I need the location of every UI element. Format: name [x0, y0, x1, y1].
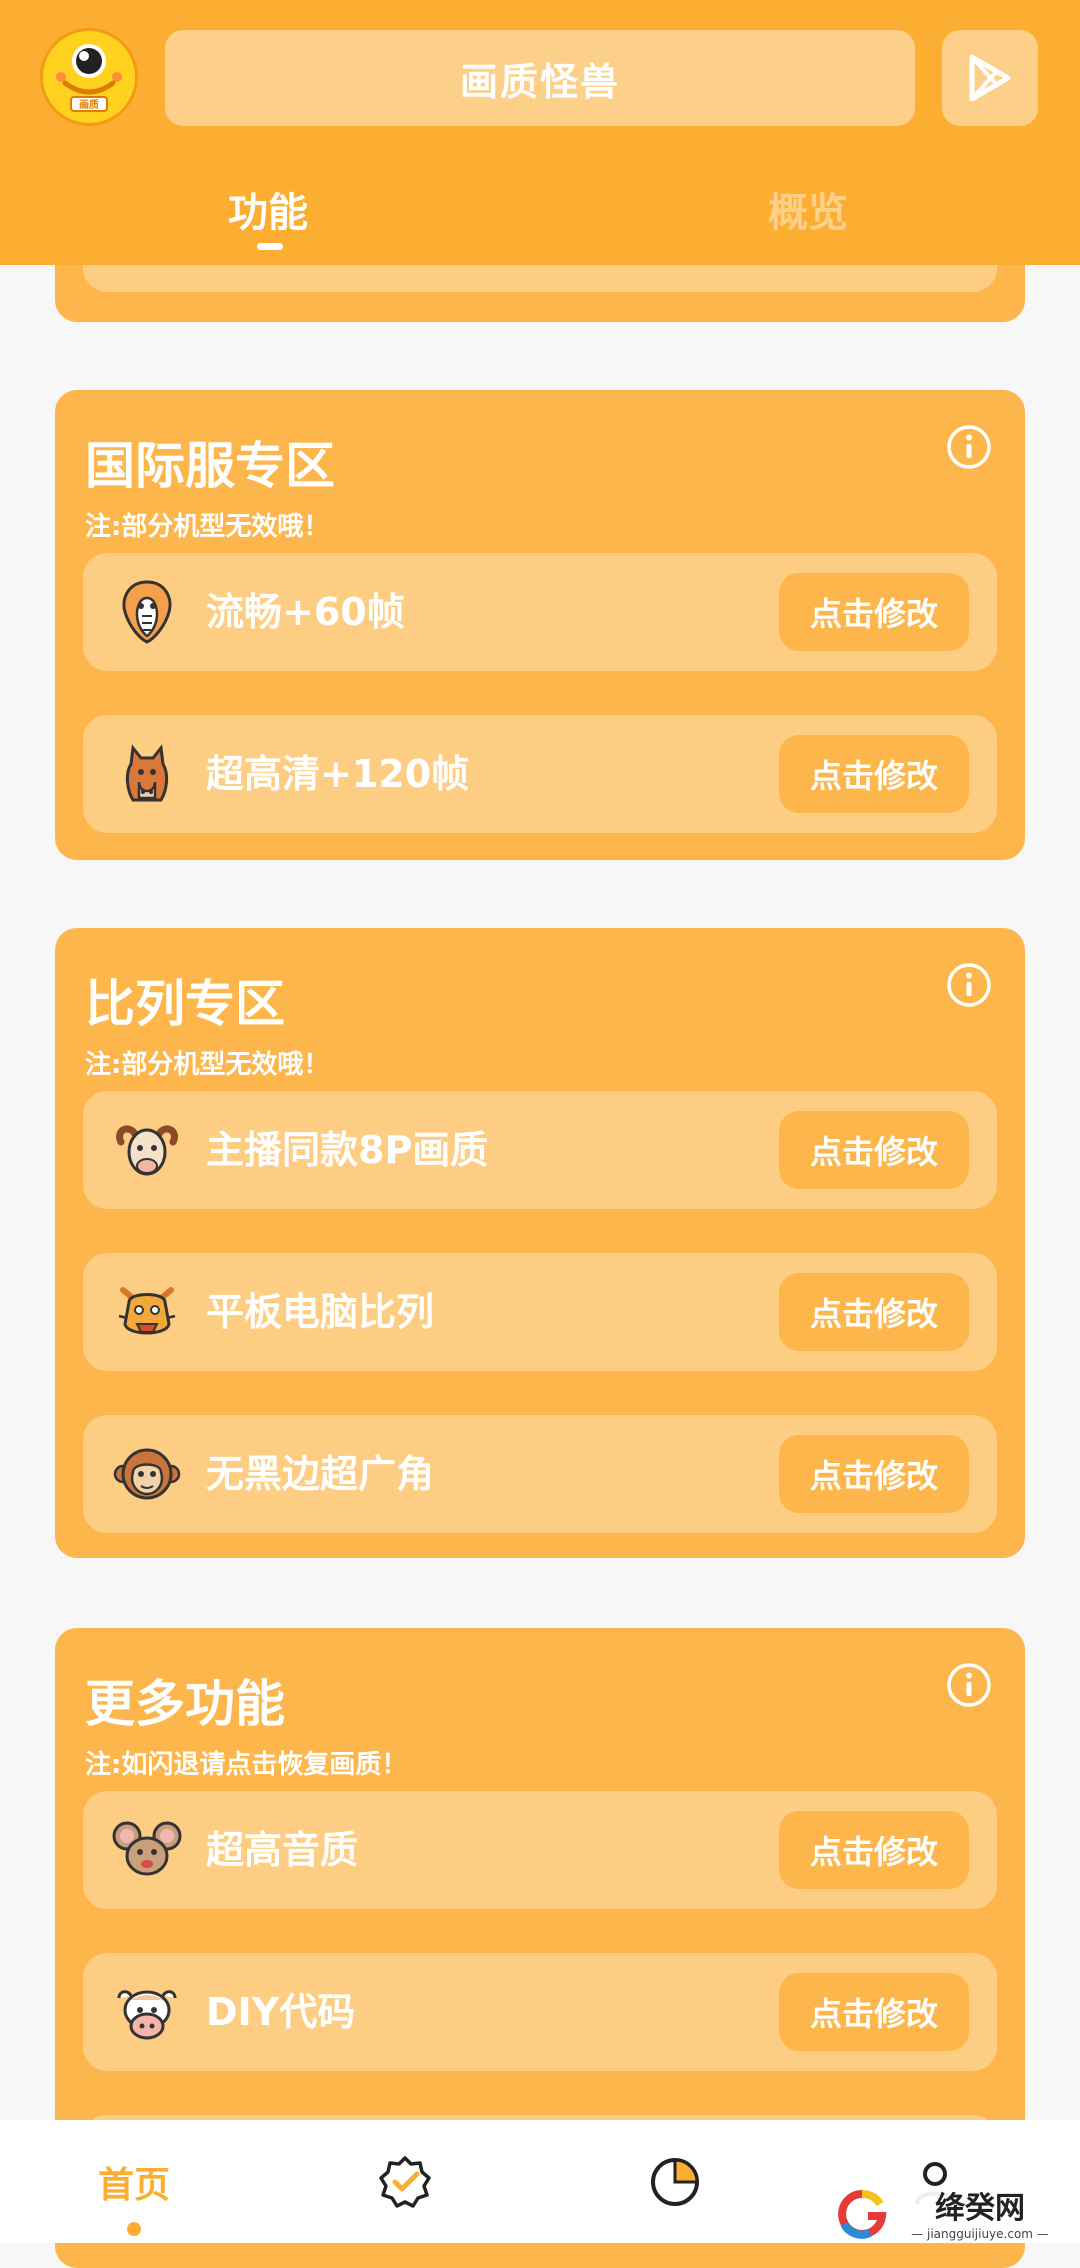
list-item: 超高清+120帧 点击修改 — [83, 715, 997, 833]
tab-features[interactable]: 功能 — [228, 180, 308, 238]
monster-logo-icon: 画质 — [43, 31, 135, 123]
play-button[interactable] — [942, 30, 1038, 126]
avatar-badge: 画质 — [79, 98, 99, 111]
row-label: 流畅+60帧 — [206, 590, 405, 634]
row-label: 主播同款8P画质 — [206, 1128, 489, 1172]
app-title: 画质怪兽 — [459, 59, 620, 104]
tab-overview[interactable]: 概览 — [768, 180, 848, 238]
nav-home[interactable]: 首页 — [84, 2120, 184, 2243]
section-title: 国际服专区 — [85, 437, 335, 495]
watermark-url: — jiangguijiuye.com — — [911, 2227, 1049, 2241]
ox-icon — [117, 1990, 177, 2040]
watermark-name: 绛癸网 — [935, 2191, 1025, 2226]
list-item: 无黑边超广角 点击修改 — [83, 1415, 997, 1533]
list-item: 流畅+60帧 点击修改 — [83, 553, 997, 671]
nav-home-label: 首页 — [97, 2165, 170, 2206]
app-header: 画质 画质怪兽 功能 概览 — [0, 0, 1080, 265]
monkey-icon — [113, 1448, 181, 1500]
play-store-icon — [969, 54, 1011, 102]
pie-chart-icon — [651, 2157, 699, 2206]
row-label: DIY代码 — [206, 1990, 356, 2034]
modify-button[interactable]: 点击修改 — [779, 1273, 969, 1351]
avatar[interactable]: 画质 — [40, 28, 138, 126]
section-title: 比列专区 — [85, 975, 285, 1033]
dragon-icon — [118, 1287, 176, 1335]
section-international: 国际服专区 注:部分机型无效哦！ 流畅+60帧 点击修改 超高清+120帧 点击… — [55, 390, 1025, 860]
watermark: 绛癸网 — jiangguijiuye.com — — [832, 2188, 1072, 2243]
row-label: 平板电脑比列 — [206, 1290, 435, 1334]
modify-button[interactable]: 点击修改 — [779, 735, 969, 813]
modify-button[interactable]: 点击修改 — [779, 1111, 969, 1189]
row-label: 超高音质 — [206, 1828, 359, 1872]
modify-button[interactable]: 点击修改 — [779, 1435, 969, 1513]
horse-icon — [125, 744, 169, 802]
ram-icon — [116, 1125, 178, 1176]
section-aspect-ratio: 比列专区 注:部分机型无效哦！ 主播同款8P画质 点击修改 平板电脑比列 点击修… — [55, 928, 1025, 1558]
modify-button[interactable]: 点击修改 — [779, 1973, 969, 2051]
list-item: 主播同款8P画质 点击修改 — [83, 1091, 997, 1209]
section-title: 更多功能 — [85, 1675, 285, 1733]
modify-button[interactable]: 点击修改 — [779, 573, 969, 651]
section-note: 注:部分机型无效哦！ — [85, 512, 330, 542]
list-item: DIY代码 点击修改 — [83, 1953, 997, 2071]
cobra-icon — [122, 580, 172, 644]
nav-verified[interactable] — [370, 2120, 440, 2243]
nav-stats[interactable] — [640, 2120, 710, 2243]
mouse-icon — [112, 1821, 182, 1876]
watermark-logo: 绛癸网 — jiangguijiuye.com — — [832, 2188, 1072, 2243]
row-label: 超高清+120帧 — [206, 752, 470, 796]
tab-indicator — [257, 243, 283, 250]
section-note: 注:部分机型无效哦！ — [85, 1050, 330, 1080]
info-icon[interactable] — [946, 1662, 992, 1708]
list-item: 平板电脑比列 点击修改 — [83, 1253, 997, 1371]
title-bar[interactable]: 画质怪兽 — [165, 30, 915, 126]
list-item: 超高音质 点击修改 — [83, 1791, 997, 1909]
modify-button[interactable]: 点击修改 — [779, 1811, 969, 1889]
info-icon[interactable] — [946, 424, 992, 470]
section-note: 注:如闪退请点击恢复画质！ — [85, 1750, 408, 1780]
info-icon[interactable] — [946, 962, 992, 1008]
row-label: 无黑边超广角 — [206, 1452, 435, 1496]
active-indicator — [127, 2222, 141, 2236]
verified-badge-icon — [379, 2155, 431, 2208]
